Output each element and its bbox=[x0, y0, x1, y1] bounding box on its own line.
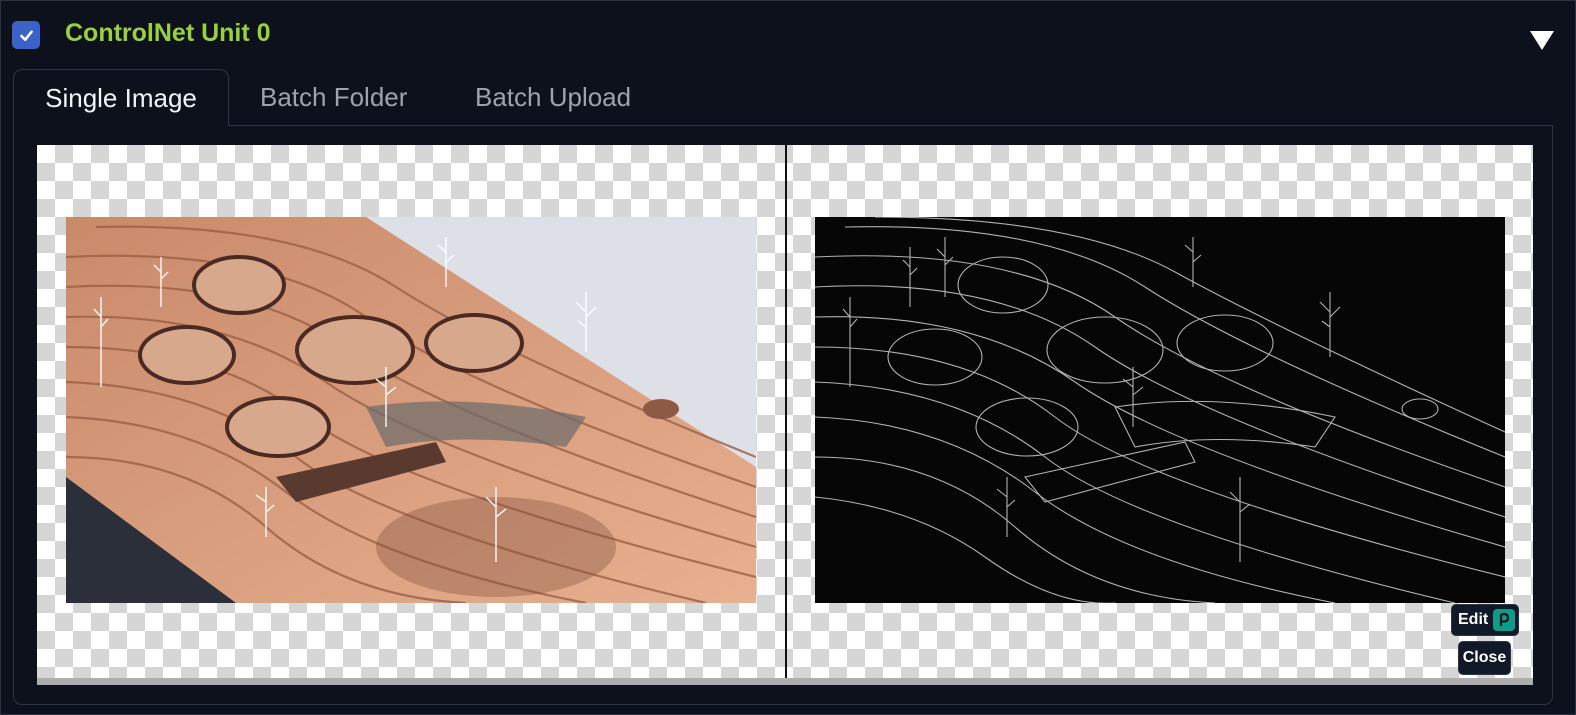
image-viewer[interactable]: Edit Close bbox=[37, 145, 1533, 687]
preprocessor-preview-image[interactable] bbox=[815, 217, 1505, 603]
edit-button-label: Edit bbox=[1458, 611, 1489, 628]
controlnet-unit-panel: ControlNet Unit 0 Single Image Batch Fol… bbox=[0, 0, 1576, 715]
viewer-scrollbar[interactable] bbox=[37, 678, 1533, 685]
unit-title: ControlNet Unit 0 bbox=[65, 19, 271, 47]
unit-header[interactable]: ControlNet Unit 0 bbox=[1, 1, 1575, 69]
checkmark-icon bbox=[19, 29, 33, 41]
photopea-icon bbox=[1493, 609, 1516, 631]
triangle-down-icon[interactable] bbox=[1529, 29, 1555, 51]
tab-batch-folder[interactable]: Batch Folder bbox=[260, 69, 407, 125]
tab-content: Edit Close bbox=[13, 125, 1553, 705]
viewer-divider bbox=[785, 145, 787, 687]
enable-unit-checkbox[interactable] bbox=[12, 21, 40, 49]
close-button[interactable]: Close bbox=[1458, 641, 1511, 675]
edit-button[interactable]: Edit bbox=[1451, 604, 1519, 636]
input-image[interactable] bbox=[66, 217, 756, 603]
tabs-container: Single Image Batch Folder Batch Upload E… bbox=[13, 69, 1553, 705]
tab-single-image[interactable]: Single Image bbox=[13, 69, 229, 126]
tab-batch-upload[interactable]: Batch Upload bbox=[475, 69, 631, 125]
